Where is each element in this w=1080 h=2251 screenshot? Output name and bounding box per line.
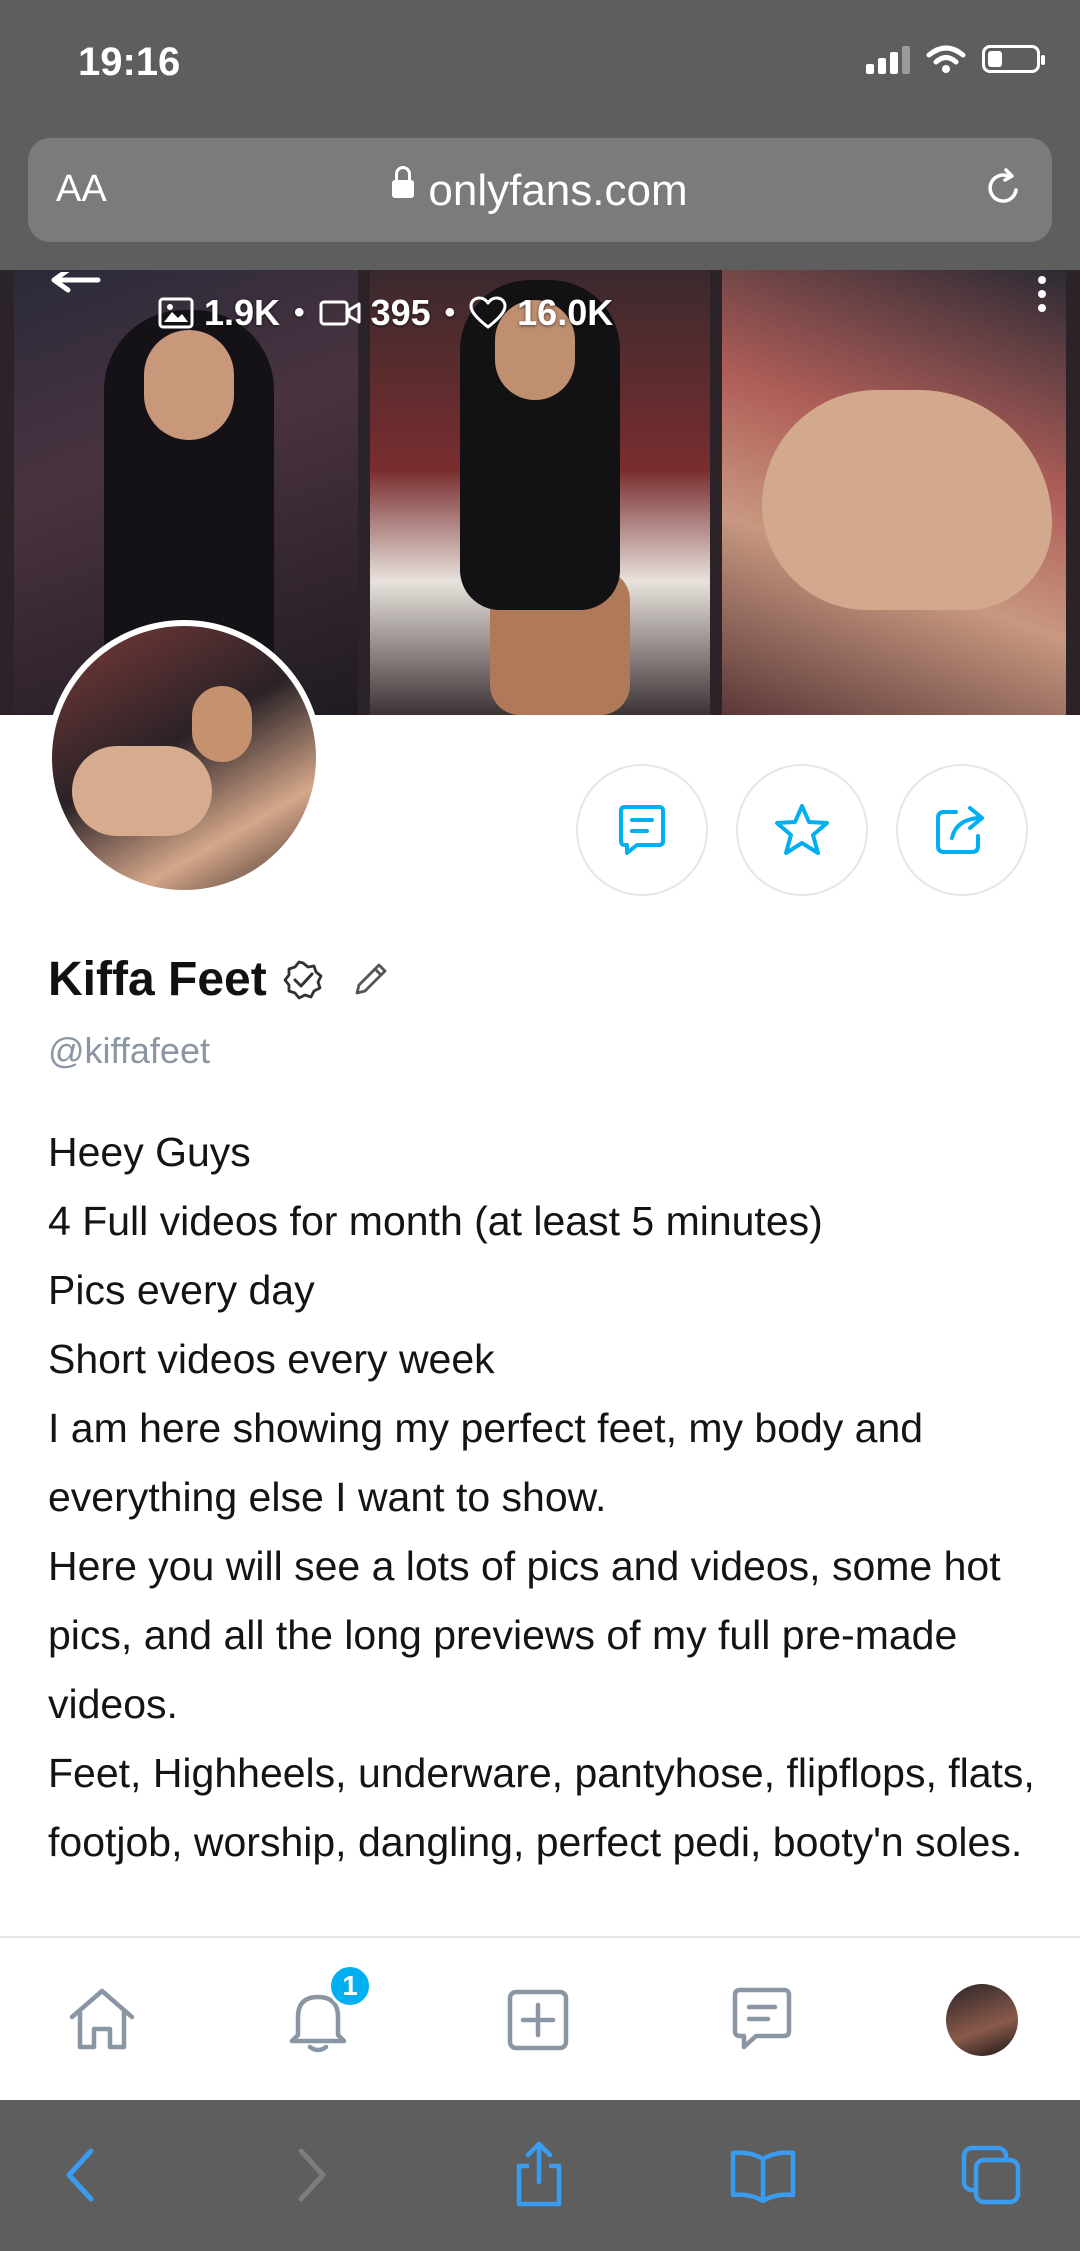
status-time: 19:16	[78, 40, 181, 84]
video-icon	[319, 300, 361, 326]
profile-username: @kiffafeet	[48, 1030, 210, 1071]
verified-icon	[283, 960, 323, 999]
bio-line: 4 Full videos for month (at least 5 minu…	[48, 1198, 823, 1244]
stat-likes: 16.0K	[469, 292, 613, 334]
address-bar[interactable]: AA onlyfans.com	[28, 138, 1052, 242]
avatar	[946, 1984, 1018, 2056]
reload-icon[interactable]	[982, 166, 1026, 210]
star-icon	[775, 804, 829, 855]
back-icon	[66, 2148, 94, 2202]
bio-line: Heey Guys	[48, 1129, 251, 1175]
status-icons	[866, 44, 1045, 74]
browser-toolbar: AA onlyfans.com	[0, 130, 1080, 270]
share-icon	[936, 806, 984, 854]
photo-icon	[158, 297, 194, 329]
stat-separator: •	[294, 296, 305, 329]
app-tab-bar: 1	[0, 1936, 1080, 2102]
tab-messages[interactable]	[722, 1980, 802, 2060]
forward-icon	[298, 2148, 326, 2202]
tab-new-post[interactable]	[498, 1980, 578, 2060]
message-button[interactable]	[576, 764, 708, 896]
bio-line: Here you will see a lots of pics and vid…	[48, 1543, 1001, 1727]
tab-notifications[interactable]: 1	[278, 1964, 372, 2060]
browser-bottom-toolbar	[0, 2100, 1080, 2251]
lock-icon	[392, 166, 415, 199]
url-text: onlyfans.com	[428, 166, 688, 215]
status-bar: 19:16	[0, 0, 1080, 130]
stat-photos: 1.9K	[158, 292, 280, 334]
stat-likes-count: 16.0K	[517, 292, 614, 333]
profile-bio: Heey Guys 4 Full videos for month (at le…	[48, 1118, 1038, 1877]
more-options-icon[interactable]	[1038, 276, 1046, 312]
back-arrow-icon[interactable]	[46, 272, 106, 312]
bio-line: Feet, Highheels, underware, pantyhose, f…	[48, 1750, 1035, 1865]
share-profile-button[interactable]	[896, 764, 1028, 896]
browser-share-button[interactable]	[504, 2140, 574, 2210]
add-icon	[507, 1989, 569, 2051]
profile-name: Kiffa Feet	[48, 952, 391, 1007]
browser-tabs-button[interactable]	[956, 2140, 1026, 2210]
browser-bookmarks-button[interactable]	[728, 2140, 798, 2210]
favorite-button[interactable]	[736, 764, 868, 896]
stat-videos: 395	[319, 292, 431, 334]
edit-pencil-icon[interactable]	[349, 959, 391, 1001]
bio-line: Pics every day	[48, 1267, 315, 1313]
browser-back-button[interactable]	[46, 2140, 116, 2210]
signal-icon	[866, 44, 910, 74]
bio-line: Short videos every week	[48, 1336, 495, 1382]
tab-profile[interactable]	[942, 1980, 1022, 2060]
url-display[interactable]: onlyfans.com	[28, 166, 1052, 216]
message-icon	[619, 805, 665, 855]
tabs-icon	[961, 2145, 1021, 2205]
profile-avatar[interactable]	[46, 620, 322, 896]
cover-image-3	[722, 270, 1066, 715]
home-icon	[69, 1988, 135, 2050]
wifi-icon	[926, 45, 966, 73]
battery-icon	[982, 45, 1045, 73]
bookmarks-icon	[730, 2150, 796, 2203]
share-icon	[516, 2141, 562, 2207]
browser-forward-button[interactable]	[276, 2140, 346, 2210]
notifications-badge: 1	[328, 1964, 372, 2008]
stat-videos-count: 395	[370, 292, 431, 333]
cover-image-2	[370, 270, 710, 715]
stat-photos-count: 1.9K	[204, 292, 281, 333]
bio-line: I am here showing my perfect feet, my bo…	[48, 1405, 924, 1520]
chat-icon	[732, 1987, 792, 2050]
profile-display-name: Kiffa Feet	[48, 953, 267, 1006]
stat-separator: •	[444, 296, 456, 329]
profile-stats: 1.9K • 395 • 16.0K	[158, 292, 613, 334]
tab-home[interactable]	[62, 1980, 142, 2060]
heart-icon	[469, 296, 507, 329]
